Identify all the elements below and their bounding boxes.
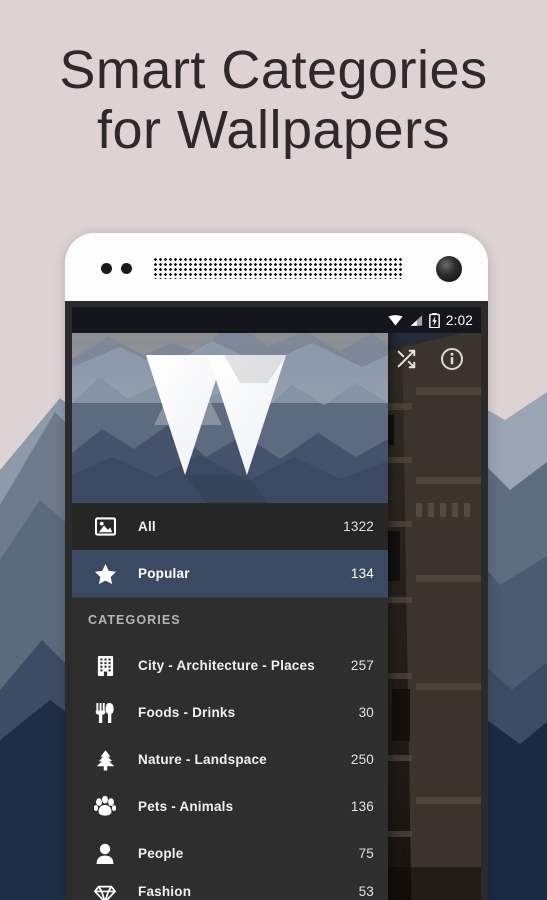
drawer-item-nature-landspace[interactable]: Nature - Landspace 250 [72,736,388,783]
cell-signal-icon [409,314,423,327]
headline-line-2: for Wallpapers [96,100,451,161]
drawer-item-label: All [138,519,156,534]
navigation-drawer: All 1322 Popular 134 CATEGORIES City - A… [72,307,388,900]
diamond-icon [88,884,122,900]
speaker-grille [153,257,403,279]
phone-screen-frame: 2:02 All 1322 Popular 134 CATEGORIES Cit… [65,301,488,900]
drawer-item-count: 136 [350,799,374,814]
drawer-item-count: 1322 [343,519,374,534]
drawer-item-label: Nature - Landspace [138,752,267,767]
drawer-item-foods-drinks[interactable]: Foods - Drinks 30 [72,689,388,736]
paw-icon [88,796,122,817]
phone-top-bezel [65,233,488,303]
image-icon [88,517,122,536]
drawer-item-fashion[interactable]: Fashion 53 [72,877,388,900]
building-icon [88,655,122,676]
drawer-item-count: 30 [358,705,374,720]
phone-mockup: 2:02 All 1322 Popular 134 CATEGORIES Cit… [65,233,488,900]
drawer-section-title: CATEGORIES [88,613,181,627]
drawer-item-count: 134 [350,566,374,581]
drawer-item-pets-animals[interactable]: Pets - Animals 136 [72,783,388,830]
battery-charging-icon [429,312,440,328]
wifi-icon [388,314,403,327]
light-sensor-icon [121,263,132,274]
drawer-item-people[interactable]: People 75 [72,830,388,877]
drawer-item-label: People [138,846,184,861]
food-icon [88,702,122,724]
drawer-item-label: Pets - Animals [138,799,234,814]
phone-screen: 2:02 All 1322 Popular 134 CATEGORIES Cit… [72,307,481,900]
page-title: Smart Categories for Wallpapers [0,40,547,161]
drawer-item-count: 257 [350,658,374,673]
drawer-header [72,307,388,503]
status-clock: 2:02 [445,312,473,328]
person-icon [88,843,122,864]
drawer-item-all[interactable]: All 1322 [72,503,388,550]
drawer-item-label: Popular [138,566,190,581]
drawer-item-count: 53 [358,884,374,899]
proximity-sensor-icon [101,263,112,274]
drawer-item-label: City - Architecture - Places [138,658,315,673]
drawer-item-label: Foods - Drinks [138,705,236,720]
drawer-item-label: Fashion [138,884,192,899]
tree-icon [88,749,122,771]
front-camera-icon [436,256,462,282]
status-bar: 2:02 [72,307,481,333]
drawer-item-city-architecture-places[interactable]: City - Architecture - Places 257 [72,642,388,689]
drawer-item-count: 75 [358,846,374,861]
drawer-item-popular[interactable]: Popular 134 [72,550,388,597]
shuffle-icon[interactable] [391,344,421,374]
drawer-item-count: 250 [350,752,374,767]
info-icon[interactable] [437,344,467,374]
headline-line-1: Smart Categories [59,40,488,100]
star-icon [88,563,122,585]
